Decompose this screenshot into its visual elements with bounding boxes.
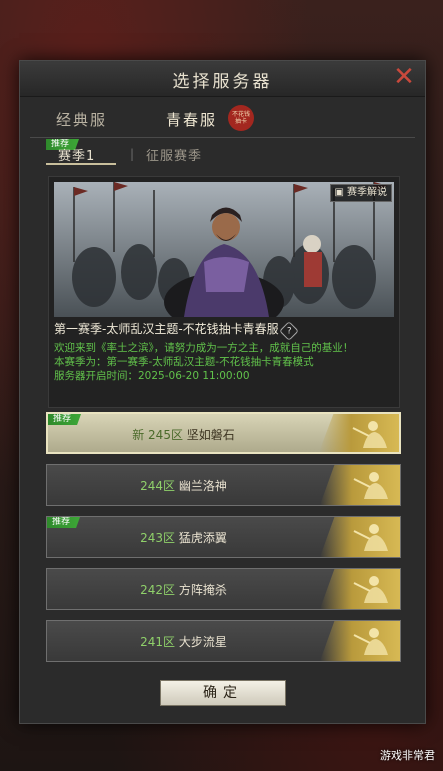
server-name: 幽兰洛神 (178, 479, 227, 493)
server-zone: 243区 (140, 531, 176, 545)
recommend-badge: 推荐 (48, 414, 82, 425)
watermark-text: 游戏非常君 (380, 749, 435, 762)
new-server-tag: 新 (132, 428, 145, 442)
server-zone: 241区 (140, 635, 176, 649)
dialog-titlebar: 选择服务器 ✕ (20, 61, 425, 97)
server-name: 大步流星 (178, 635, 227, 649)
season-banner-image: ▣ 赛季解说 (54, 182, 394, 317)
server-name: 方阵掩杀 (178, 583, 227, 597)
season-desc-line: 本赛季为：第一赛季-太师乱汉主题-不花钱抽卡青春模式 (54, 356, 314, 368)
confirm-button[interactable]: 确定 (160, 680, 286, 706)
season-title: 第一赛季-太师乱汉主题-不花钱抽卡青春服? (54, 320, 299, 341)
army-illustration (54, 182, 394, 317)
general-portrait-icon (320, 465, 400, 505)
server-zone: 245区 (148, 428, 183, 442)
tab-classic[interactable]: 经典服 (56, 109, 107, 130)
close-icon[interactable]: ✕ (391, 64, 417, 90)
server-label: 243区 猛虎添翼 (47, 529, 320, 546)
server-label: 242区 方阵掩杀 (47, 581, 320, 598)
season-info-panel: ▣ 赛季解说 第一赛季-太师乱汉主题-不花钱抽卡青春服? 欢迎来到《率土之滨》，… (48, 176, 400, 408)
server-row[interactable]: 243区 猛虎添翼 推荐 (46, 516, 401, 558)
season-desc-line: 欢迎来到《率土之滨》，请努力成为一方之主，成就自己的基业！ (54, 342, 354, 354)
server-type-tabs: 经典服 青春服 不花钱抽卡 (20, 103, 425, 137)
server-zone: 242区 (140, 583, 176, 597)
subtab-separator: | (130, 147, 135, 161)
subtab-conquest-season[interactable]: 征服赛季 (146, 145, 202, 164)
subtab-underline (46, 163, 116, 165)
server-name: 坚如磐石 (186, 428, 235, 442)
season-subtabs: 推荐 赛季1 | 征服赛季 (20, 139, 425, 169)
general-portrait-icon (320, 517, 400, 557)
help-icon[interactable]: ? (278, 321, 299, 341)
video-icon: ▣ (334, 187, 344, 198)
subtab-season-1[interactable]: 赛季1 (58, 145, 95, 164)
season-open-time: 服务器开启时间：2025-06-20 11:00:00 (54, 370, 250, 382)
server-row[interactable]: 新 245区 坚如磐石 推荐 (46, 412, 401, 454)
server-zone: 244区 (140, 479, 176, 493)
server-name: 猛虎添翼 (178, 531, 227, 545)
general-portrait-icon (320, 621, 400, 661)
server-row[interactable]: 242区 方阵掩杀 (46, 568, 401, 610)
general-portrait-icon (319, 414, 399, 452)
server-label: 新 245区 坚如磐石 (48, 426, 319, 443)
general-portrait-icon (320, 569, 400, 609)
dialog-title: 选择服务器 (172, 72, 273, 92)
server-row[interactable]: 241区 大步流星 (46, 620, 401, 662)
server-label: 241区 大步流星 (47, 633, 320, 650)
server-select-dialog: 选择服务器 ✕ 经典服 青春服 不花钱抽卡 推荐 赛季1 | 征服赛季 ▣ 赛季… (19, 60, 426, 724)
server-list[interactable]: 新 245区 坚如磐石 推荐 244区 幽兰洛神 243区 猛虎添翼 推荐 242区 方阵… (44, 411, 404, 671)
server-row[interactable]: 244区 幽兰洛神 (46, 464, 401, 506)
server-label: 244区 幽兰洛神 (47, 477, 320, 494)
season-guide-button[interactable]: ▣ 赛季解说 (329, 184, 392, 202)
recommend-badge: 推荐 (47, 517, 81, 528)
tab-youth[interactable]: 青春服 (166, 109, 217, 130)
tab-divider (30, 137, 415, 138)
free-draw-seal-icon: 不花钱抽卡 (228, 105, 254, 131)
